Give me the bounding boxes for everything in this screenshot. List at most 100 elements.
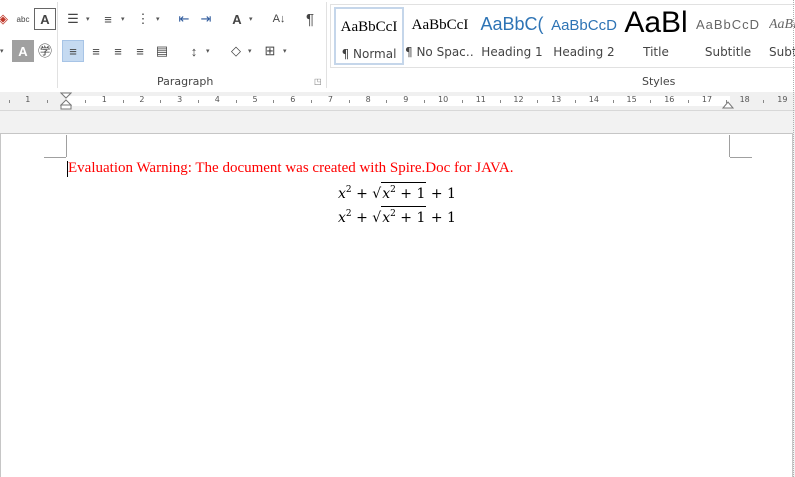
ruler-tick [349, 100, 350, 103]
ruler-tick [462, 100, 463, 103]
style-label: Title [643, 45, 669, 59]
ruler-number: 16 [664, 95, 675, 104]
style-sample: AaBbCcI [411, 17, 469, 33]
ruler-tick [613, 100, 614, 103]
numbering-icon[interactable]: ≡ [97, 8, 119, 30]
ruler-number: 10 [438, 95, 449, 104]
ruler-tick [47, 100, 48, 103]
ribbon: ◈ abc A ▾ A ㊫ ☰ ▾ ≡ ▾ ⋮ ▾ ⇤ ⇥ A ▾ A↓ ¶ ≡… [0, 0, 795, 93]
margin-corner-mark [44, 157, 66, 158]
ruler-tick [424, 100, 425, 103]
ruler-number: 9 [403, 95, 409, 104]
show-formatting-marks-icon[interactable]: ¶ [299, 8, 321, 30]
line-spacing-icon[interactable]: ↕ [183, 40, 205, 62]
ruler-number: 1 [25, 95, 31, 104]
phonetic-guide-icon[interactable]: abc [12, 8, 34, 30]
style-label: Heading 2 [553, 45, 615, 59]
ruler-tick [575, 100, 576, 103]
ruler-number: 7 [327, 95, 333, 104]
math-equation[interactable]: x2 + √x2 + 1 + 1 [338, 206, 456, 226]
style-subtle-emphasis[interactable]: AaBl Subtl [765, 7, 795, 65]
style-title[interactable]: AaBl Title [621, 6, 691, 65]
style-no-spacing[interactable]: AaBbCcI ¶ No Spac… [405, 7, 475, 65]
align-right-icon[interactable]: ≡ [107, 40, 129, 62]
style-label: Heading 1 [481, 45, 543, 59]
borders-dropdown-icon[interactable]: ▾ [283, 47, 287, 55]
style-subtitle[interactable]: AaBbCcD Subtitle [693, 7, 763, 65]
group-separator [57, 2, 58, 88]
style-label: ¶ Normal [341, 47, 397, 61]
ruler-number: 11 [475, 95, 486, 104]
style-sample: AaBbC( [480, 14, 544, 34]
ruler-number: 2 [139, 95, 145, 104]
ruler-tick [763, 100, 764, 103]
ruler-number: 15 [626, 95, 637, 104]
style-heading-1[interactable]: AaBbC( Heading 1 [477, 7, 547, 65]
style-label: Subtl [769, 45, 795, 59]
sort-icon[interactable]: A↓ [268, 8, 290, 30]
asian-layout-icon[interactable]: A [226, 8, 248, 30]
ruler-number: 4 [214, 95, 220, 104]
math-equation[interactable]: x2 + √x2 + 1 + 1 [338, 182, 456, 202]
styles-group-label: Styles [642, 75, 676, 88]
decrease-indent-icon[interactable]: ⇤ [173, 8, 195, 30]
evaluation-warning-text[interactable]: Evaluation Warning: The document was cre… [68, 160, 514, 177]
ruler-tick [160, 100, 161, 103]
ruler-number: 5 [252, 95, 258, 104]
ruler-tick [198, 100, 199, 103]
styles-gallery: AaBbCcI ¶ Normal AaBbCcI ¶ No Spac… AaBb… [330, 4, 795, 68]
ruler-tick [500, 100, 501, 103]
horizontal-ruler[interactable]: 1 1 2 3 4 5 6 7 8 9 10 11 12 13 14 15 16 17 18 19 [0, 92, 795, 111]
shading-dropdown-icon[interactable]: ▾ [248, 47, 252, 55]
margin-corner-mark [729, 135, 730, 157]
ruler-number: 14 [588, 95, 599, 104]
multilevel-list-icon[interactable]: ⋮ [132, 8, 154, 30]
distributed-icon[interactable]: ▤ [151, 40, 173, 62]
ruler-number: 1 [101, 95, 107, 104]
enclose-characters-icon[interactable]: ㊫ [34, 40, 56, 62]
right-indent-marker-icon[interactable] [722, 99, 734, 109]
character-border-icon[interactable]: A [34, 8, 56, 30]
ruler-tick [386, 100, 387, 103]
center-icon[interactable]: ≡ [85, 40, 107, 62]
radical-sign: √ [372, 210, 382, 226]
asian-layout-dropdown-icon[interactable]: ▾ [249, 15, 253, 23]
style-sample: AaBbCcD [551, 17, 617, 34]
ruler-number: 18 [739, 95, 750, 104]
ruler-number: 19 [777, 95, 788, 104]
bullets-icon[interactable]: ☰ [62, 8, 84, 30]
style-label: Subtitle [704, 45, 752, 59]
shading-icon[interactable]: ◇ [225, 40, 247, 62]
align-left-icon[interactable]: ≡ [62, 40, 84, 62]
ruler-tick [85, 100, 86, 103]
style-heading-2[interactable]: AaBbCcD Heading 2 [549, 7, 619, 65]
ruler-number: 17 [701, 95, 713, 104]
borders-icon[interactable]: ⊞ [259, 40, 281, 62]
margin-corner-mark [66, 135, 67, 157]
character-shading-icon[interactable]: A [12, 40, 34, 62]
justify-icon[interactable]: ≡ [129, 40, 151, 62]
increase-indent-icon[interactable]: ⇥ [195, 8, 217, 30]
ruler-tick [311, 100, 312, 103]
ruler-number: 12 [513, 95, 524, 104]
radical-sign: √ [372, 186, 382, 202]
indent-marker-icon[interactable] [60, 92, 72, 110]
ruler-tick [537, 100, 538, 103]
paragraph-group-label: Paragraph [157, 75, 214, 88]
ruler-number: 13 [551, 95, 562, 104]
line-spacing-dropdown-icon[interactable]: ▾ [206, 47, 210, 55]
style-normal[interactable]: AaBbCcI ¶ Normal [334, 7, 404, 65]
numbering-dropdown-icon[interactable]: ▾ [121, 15, 125, 23]
ruler-number: 8 [365, 95, 371, 104]
style-sample: AaBbCcI [340, 19, 398, 35]
ruler-tick [123, 100, 124, 103]
paragraph-dialog-launcher-icon[interactable]: ◳ [314, 78, 322, 86]
style-sample: AaBl [769, 17, 795, 32]
ruler-number: 6 [290, 95, 296, 104]
bullets-dropdown-icon[interactable]: ▾ [86, 15, 90, 23]
ruler-tick [650, 100, 651, 103]
ruler-tick [688, 100, 689, 103]
multilevel-dropdown-icon[interactable]: ▾ [156, 15, 160, 23]
font-dropdown-arrow-icon[interactable]: ▾ [0, 47, 4, 55]
ruler-tick [273, 100, 274, 103]
